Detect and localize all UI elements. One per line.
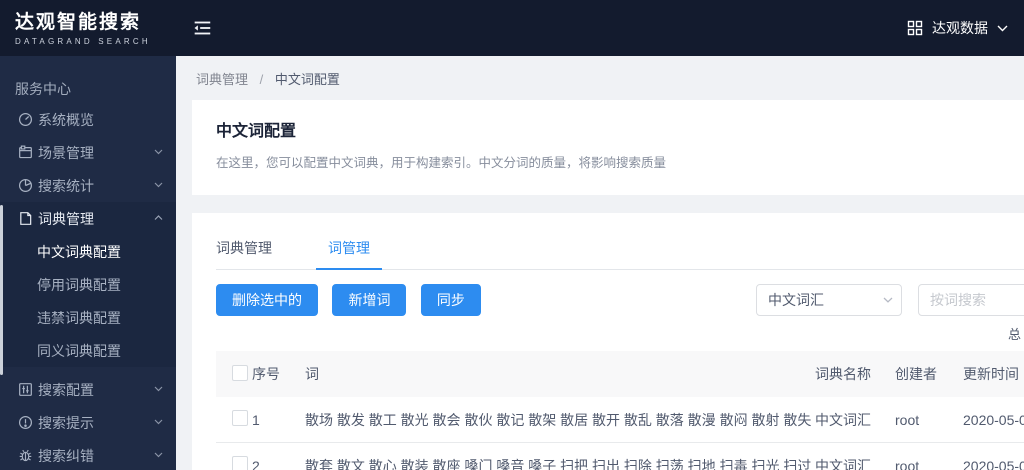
select-all-checkbox[interactable] [232,364,248,381]
row-checkbox[interactable] [232,456,248,470]
cell-index: 1 [252,411,260,428]
scene-icon [18,145,33,160]
sidebar-item-scene-management[interactable]: 场景管理 [0,136,176,169]
pie-chart-icon [18,178,33,193]
main-content: 词典管理 / 中文词配置 中文词配置 在这里，您可以配置中文词典，用于构建索引。… [176,56,1024,470]
sidebar-item-search-correction[interactable]: 搜索纠错 [0,439,176,470]
content-card: 词典管理 词管理 删除选中的 新增词 同步 中文词汇 总 序号 词 词典名称 [192,213,1024,470]
column-header-updated: 更新时间 [963,366,1019,382]
column-header-word: 词 [305,366,319,382]
add-word-button[interactable]: 新增词 [332,284,407,316]
sidebar-collapse-button[interactable] [191,17,213,39]
brand-logo: 达观智能搜索 DATAGRAND SEARCH [0,11,176,46]
column-header-creator: 创建者 [895,366,937,382]
tab-word-management[interactable]: 词管理 [316,230,382,270]
breadcrumb-item-dictionary[interactable]: 词典管理 [196,72,248,87]
row-checkbox[interactable] [232,410,248,426]
gauge-icon [18,112,33,127]
cell-updated: 2020-05-06 [963,457,1024,470]
page-description: 在这里，您可以配置中文词典，用于构建索引。中文分词的质量，将影响搜索质量 [216,156,667,170]
sidebar-subitem-label: 违禁词典配置 [37,309,121,326]
sidebar-subitem-banned-dict[interactable]: 违禁词典配置 [0,301,176,334]
cell-words: 散套 散文 散心 散装 散座 嗓门 嗓音 嗓子 扫把 扫出 扫除 扫荡 扫地 扫… [305,457,812,470]
sidebar-subitem-chinese-dict[interactable]: 中文词典配置 [0,235,176,268]
table-header-row: 序号 词 词典名称 创建者 更新时间 [216,351,1024,397]
apps-grid-icon [907,20,923,36]
sidebar-subitem-stopword-dict[interactable]: 停用词典配置 [0,268,176,301]
cell-updated: 2020-05-06 [963,411,1024,428]
tab-dictionary-management[interactable]: 词典管理 [216,230,284,270]
sidebar-item-search-tips[interactable]: 搜索提示 [0,406,176,439]
sidebar-item-label: 词典管理 [38,210,94,227]
chevron-up-icon [154,215,163,221]
cell-dict-name: 中文词汇 [815,457,871,470]
total-count-text: 总 [1008,327,1022,342]
toolbar: 删除选中的 新增词 同步 中文词汇 [216,284,1024,316]
sidebar-item-label: 搜索配置 [38,381,94,398]
top-bar: 达观智能搜索 DATAGRAND SEARCH 达观数据 [0,0,1024,56]
cell-creator: root [895,457,920,470]
chevron-down-icon [154,452,163,458]
sidebar-subitem-label: 停用词典配置 [37,276,121,293]
sidebar-group-dictionary: 词典管理 中文词典配置 停用词典配置 违禁词典配置 同义词典配置 [0,202,176,367]
sidebar-subitem-label: 中文词典配置 [37,243,121,260]
breadcrumb-separator: / [259,72,264,87]
cell-dict-name: 中文词汇 [815,411,871,428]
sidebar-item-dictionary-management[interactable]: 词典管理 [0,202,176,235]
chevron-down-icon [154,149,163,155]
menu-fold-icon [191,17,213,39]
sidebar-item-label: 搜索纠错 [38,447,94,464]
column-header-dict-name: 词典名称 [815,366,871,382]
book-icon [18,211,33,226]
breadcrumb: 词典管理 / 中文词配置 [176,56,1024,100]
column-header-index: 序号 [252,366,280,382]
cell-index: 2 [252,457,260,470]
sidebar-subitem-synonym-dict[interactable]: 同义词典配置 [0,334,176,367]
sidebar-item-system-overview[interactable]: 系统概览 [0,103,176,136]
sidebar-item-label: 搜索统计 [38,177,94,194]
total-count-line: 总 [192,324,1024,344]
sync-button[interactable]: 同步 [420,284,481,316]
sidebar-item-label: 搜索提示 [38,414,94,431]
dictionary-select[interactable]: 中文词汇 [756,284,902,316]
cell-creator: root [895,411,920,428]
chevron-down-icon [154,182,163,188]
sidebar-item-label: 系统概览 [38,111,94,128]
sidebar-item-search-statistics[interactable]: 搜索统计 [0,169,176,202]
org-label: 达观数据 [932,20,988,36]
page-header-card: 中文词配置 在这里，您可以配置中文词典，用于构建索引。中文分词的质量，将影响搜索… [192,100,1024,195]
breadcrumb-item-current: 中文词配置 [274,72,340,87]
delete-selected-button[interactable]: 删除选中的 [216,284,318,316]
sidebar: 服务中心 系统概览 场景管理 搜索统计 词典管理 中文词典配置 停用词典配置 违… [0,56,176,470]
page-title: 中文词配置 [216,123,297,140]
org-switcher[interactable]: 达观数据 [907,18,1024,38]
sidebar-section-label: 服务中心 [15,81,71,97]
brand-title: 达观智能搜索 [15,11,142,33]
chevron-down-icon [997,25,1008,32]
bug-icon [18,448,33,463]
table-row: 1 散场 散发 散工 散光 散会 散伙 散记 散架 散居 散开 散乱 散落 散漫… [216,397,1024,443]
tab-bar: 词典管理 词管理 [216,213,1024,270]
table-row: 2 散套 散文 散心 散装 散座 嗓门 嗓音 嗓子 扫把 扫出 扫除 扫荡 扫地… [216,443,1024,470]
sidebar-subitem-label: 同义词典配置 [37,342,121,359]
chevron-down-icon [154,386,163,392]
chevron-down-icon [883,297,893,303]
word-search-input[interactable] [918,284,1024,316]
alert-circle-icon [18,415,33,430]
sliders-icon [18,382,33,397]
sidebar-item-search-config[interactable]: 搜索配置 [0,373,176,406]
dictionary-select-value: 中文词汇 [768,292,824,308]
sidebar-item-label: 场景管理 [38,144,94,161]
brand-subtitle: DATAGRAND SEARCH [15,36,151,46]
cell-words: 散场 散发 散工 散光 散会 散伙 散记 散架 散居 散开 散乱 散落 散漫 散… [305,411,812,428]
words-table: 序号 词 词典名称 创建者 更新时间 1 散场 散发 散工 散光 散会 散伙 散… [216,351,1024,470]
chevron-down-icon [154,419,163,425]
